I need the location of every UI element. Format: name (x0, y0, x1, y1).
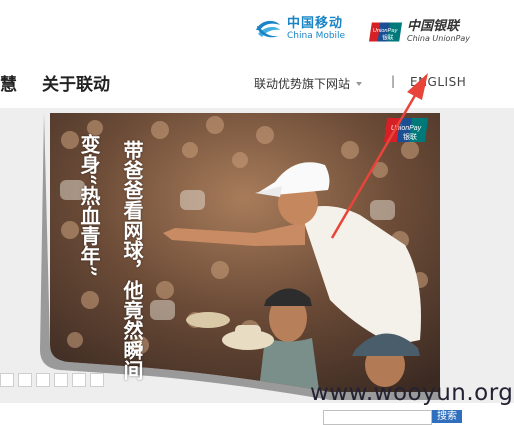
carousel-dot[interactable] (54, 373, 68, 387)
banner-badge-cn: 银联 (403, 132, 417, 141)
banner-slogan-line1: 变身“热血青年” (77, 134, 101, 278)
banner-badge-text: UnionPay (391, 125, 422, 132)
unionpay-banner-badge: UnionPay 银联 (384, 118, 428, 142)
carousel-dot[interactable] (90, 373, 104, 387)
carousel-dot[interactable] (36, 373, 50, 387)
watermark: www.wooyun.org (310, 380, 514, 406)
search-button[interactable]: 搜索 (432, 410, 462, 423)
carousel-indicators (0, 373, 104, 387)
carousel-dot[interactable] (18, 373, 32, 387)
carousel-dot[interactable] (72, 373, 86, 387)
carousel-dot[interactable] (0, 373, 14, 387)
banner-slogan-line2: 带爸爸看网球，他竟然瞬间 (120, 140, 144, 380)
